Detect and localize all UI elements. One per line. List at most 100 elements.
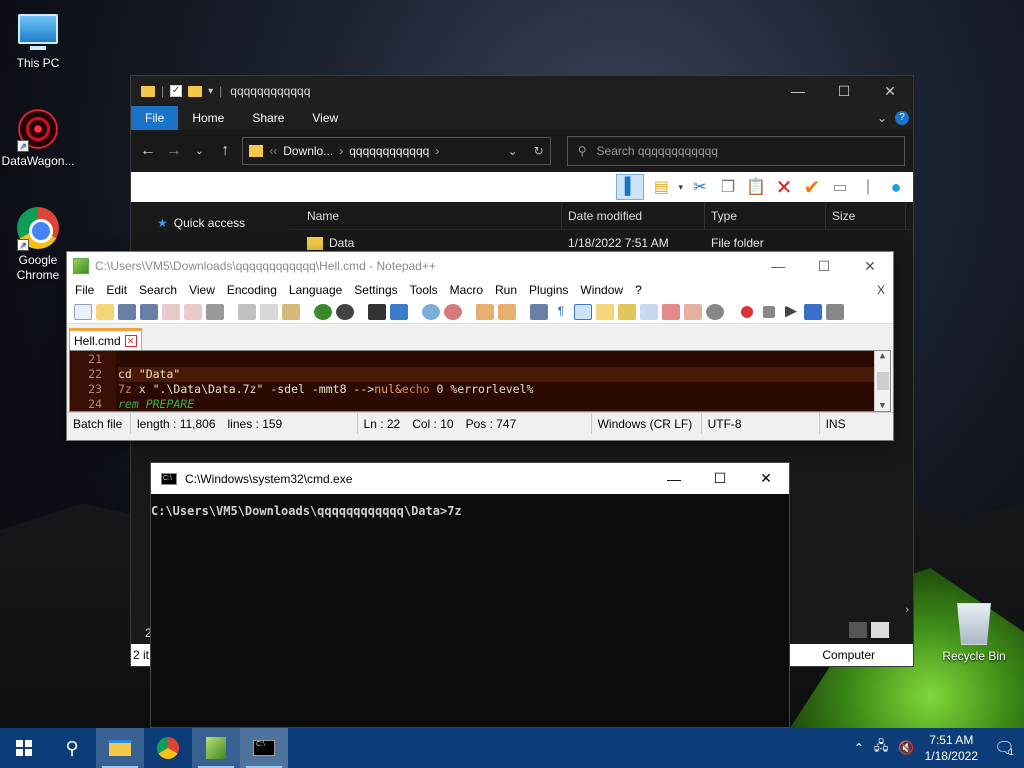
new-folder-icon[interactable]: ▤	[650, 176, 672, 198]
menu-language[interactable]: Language	[283, 283, 348, 297]
code-editor[interactable]: 21 22 23 24 cd "Data" 7z x ".\Data\Data.…	[69, 350, 891, 412]
rename-icon[interactable]: ▭	[829, 176, 851, 198]
back-arrow-icon[interactable]: ←	[139, 142, 157, 160]
help-icon[interactable]: ?	[895, 111, 909, 125]
scroll-thumb[interactable]	[876, 372, 889, 390]
menu-search[interactable]: Search	[133, 283, 183, 297]
view-icon[interactable]	[706, 303, 724, 320]
tab-hell-cmd[interactable]: Hell.cmd ✕	[69, 328, 142, 350]
close-button[interactable]: ✕	[743, 463, 789, 494]
console-output[interactable]: C:\Users\VM5\Downloads\qqqqqqqqqqqq\Data…	[151, 494, 789, 518]
desktop-icon-chrome[interactable]: ↗ Google Chrome	[0, 207, 76, 283]
taskbar-chrome[interactable]	[144, 728, 192, 768]
status-eol[interactable]: Windows (CR LF)	[592, 413, 702, 434]
new-folder-icon[interactable]	[188, 85, 203, 97]
explorer-title-bar[interactable]: | ✓ ▾ | qqqqqqqqqqqq — ☐ ✕	[131, 76, 913, 106]
language-icon[interactable]	[596, 303, 614, 320]
notepadpp-title-bar[interactable]: C:\Users\VM5\Downloads\qqqqqqqqqqqq\Hell…	[67, 252, 893, 280]
search-input[interactable]: ⚲ Search qqqqqqqqqqqq	[566, 136, 906, 166]
breadcrumb-folder[interactable]: qqqqqqqqqqqq	[349, 144, 429, 158]
status-insert-mode[interactable]: INS	[820, 413, 852, 434]
tab-home[interactable]: Home	[178, 106, 238, 130]
close-file-icon[interactable]	[162, 303, 180, 320]
tab-share[interactable]: Share	[238, 106, 298, 130]
globe-icon[interactable]: ●	[885, 176, 907, 198]
action-center-button[interactable]: 🗨 1	[988, 728, 1020, 768]
close-button[interactable]: ✕	[847, 252, 893, 280]
copy-icon[interactable]: ❐	[717, 176, 739, 198]
scroll-up-icon[interactable]: ▲	[880, 351, 885, 361]
forward-arrow-icon[interactable]: →	[165, 142, 183, 160]
desktop-icon-this-pc[interactable]: This PC	[0, 8, 76, 70]
clock[interactable]: 7:51 AM 1/18/2022	[925, 732, 978, 764]
function-list-icon[interactable]	[640, 303, 658, 320]
cmd-title-bar[interactable]: C:\ C:\Windows\system32\cmd.exe — ☐ ✕	[151, 463, 789, 494]
close-tab-icon[interactable]: ✕	[124, 334, 137, 347]
copy-icon[interactable]	[260, 303, 278, 320]
menu-view[interactable]: View	[183, 283, 221, 297]
open-file-icon[interactable]	[96, 303, 114, 320]
large-icons-view-icon[interactable]	[871, 622, 889, 638]
menu-file[interactable]: File	[69, 283, 100, 297]
menu-tools[interactable]: Tools	[404, 283, 444, 297]
minimize-button[interactable]: —	[775, 76, 821, 106]
up-arrow-icon[interactable]: ↑	[216, 142, 234, 160]
doc-map-icon[interactable]	[618, 303, 636, 320]
new-file-icon[interactable]	[74, 303, 92, 320]
column-name[interactable]: Name	[289, 202, 562, 229]
show-all-chars-icon[interactable]: ¶	[552, 303, 570, 320]
folder-as-workspace-icon[interactable]	[662, 303, 680, 320]
zoom-out-icon[interactable]	[444, 303, 462, 320]
minimize-button[interactable]: —	[651, 463, 697, 494]
column-date-modified[interactable]: Date modified	[562, 202, 705, 229]
redo-icon[interactable]	[336, 303, 354, 320]
menu-macro[interactable]: Macro	[444, 283, 489, 297]
word-wrap-icon[interactable]	[530, 303, 548, 320]
nav-quick-access[interactable]: ★ Quick access	[157, 216, 289, 230]
vertical-scrollbar[interactable]: ▲ ▼	[874, 351, 890, 411]
undo-icon[interactable]	[314, 303, 332, 320]
maximize-button[interactable]: ☐	[821, 76, 867, 106]
properties-icon[interactable]: ✓	[170, 85, 183, 97]
delete-icon[interactable]: ✕	[773, 176, 795, 199]
menu-settings[interactable]: Settings	[348, 283, 403, 297]
scroll-down-icon[interactable]: ▼	[880, 401, 885, 411]
save-icon[interactable]	[118, 303, 136, 320]
record-macro-icon[interactable]	[741, 305, 753, 318]
maximize-button[interactable]: ☐	[697, 463, 743, 494]
desktop-icon-recycle-bin[interactable]: Recycle Bin	[936, 603, 1012, 663]
scroll-right-icon[interactable]: ›	[905, 604, 909, 616]
quick-access-dropdown-icon[interactable]: ▾	[208, 86, 213, 97]
replace-icon[interactable]	[390, 303, 408, 320]
status-encoding[interactable]: UTF-8	[702, 413, 820, 434]
indent-guide-icon[interactable]	[574, 303, 592, 320]
recent-locations-icon[interactable]: ⌄	[191, 146, 209, 157]
paste-icon[interactable]: 📋	[745, 176, 767, 198]
stop-macro-icon[interactable]	[763, 305, 775, 318]
minimize-button[interactable]: —	[755, 252, 801, 280]
menu-edit[interactable]: Edit	[100, 283, 133, 297]
print-icon[interactable]	[206, 303, 224, 320]
save-macro-icon[interactable]	[826, 303, 844, 320]
refresh-icon[interactable]: ↻	[534, 144, 544, 158]
cut-icon[interactable]	[238, 303, 256, 320]
zoom-in-icon[interactable]	[422, 303, 440, 320]
close-document-button[interactable]: X	[871, 283, 893, 297]
desktop-icon-datawagon[interactable]: ↗ DataWagon...	[0, 108, 76, 168]
details-view-icon[interactable]	[849, 622, 867, 638]
start-button[interactable]	[0, 728, 48, 768]
show-hidden-icons-icon[interactable]: ⌃	[854, 741, 864, 755]
dropdown-icon[interactable]: ▾	[678, 182, 683, 193]
taskbar-cmd[interactable]: C:\	[240, 728, 288, 768]
check-icon[interactable]: ✔	[801, 176, 823, 199]
column-size[interactable]: Size	[826, 202, 906, 229]
menu-run[interactable]: Run	[489, 283, 523, 297]
paste-icon[interactable]	[282, 303, 300, 320]
menu-window[interactable]: Window	[574, 283, 629, 297]
address-dropdown-icon[interactable]: ⌄	[508, 144, 518, 158]
cut-icon[interactable]: ✂	[689, 176, 711, 198]
menu-help[interactable]: ?	[629, 283, 648, 297]
taskbar-notepadpp[interactable]	[192, 728, 240, 768]
volume-muted-icon[interactable]: 🔇	[898, 740, 914, 756]
network-icon[interactable]: 🖧	[874, 737, 889, 759]
